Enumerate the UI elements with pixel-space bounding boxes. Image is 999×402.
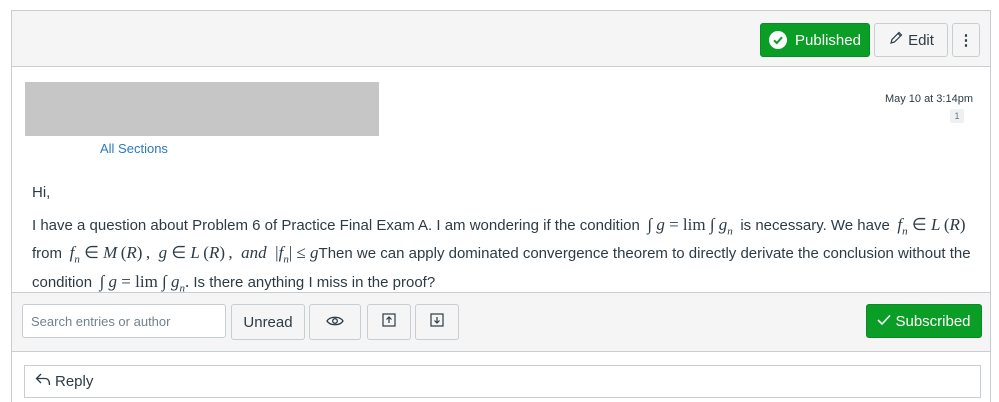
unread-label: Unread [243,313,293,331]
unread-filter-button[interactable]: Unread [231,304,305,340]
author-info-redacted [25,82,379,136]
reply-label: Reply [55,373,94,390]
arrow-up-box-icon [382,313,396,331]
post-date: May 10 at 3:14pm [884,93,973,105]
body-text-3: from [32,245,62,263]
body-text-5: Is there anything I miss in the proof? [193,273,436,291]
kebab-icon: ⋮ [958,32,974,49]
divider [12,351,990,352]
reply-arrow-icon [35,373,51,390]
math-condition-1: ∫ g = lim ∫ gn [644,215,733,238]
sections-link[interactable]: All Sections [100,141,168,156]
checkmark-icon [877,313,892,330]
published-label: Published [795,31,861,49]
search-input[interactable] [22,304,226,338]
arrow-down-box-icon [430,313,444,331]
mark-all-read-button[interactable] [309,304,361,340]
edit-label: Edit [908,31,934,49]
published-button[interactable]: Published [760,23,870,57]
subscribed-button[interactable]: Subscribed [866,304,982,338]
pencil-icon [888,30,904,50]
edit-button[interactable]: Edit [874,23,948,57]
reply-button[interactable]: Reply [24,365,981,398]
reply-count-badge: 1 [950,109,964,123]
post-greeting: Hi, [32,184,51,201]
math-condition-2: ∫ g = lim ∫ gn. [96,271,190,295]
eye-icon [326,314,344,331]
post-body: I have a question about Problem 6 of Pra… [32,214,972,299]
subscribed-label: Subscribed [895,312,971,330]
math-fn-in-L: fn ∈ L (R) [897,215,966,238]
body-text-2: is necessary. We have [740,217,890,234]
more-options-button[interactable]: ⋮ [952,23,980,57]
check-circle-icon [769,31,788,49]
collapse-replies-button[interactable] [367,304,411,340]
body-text-1: I have a question about Problem 6 of Pra… [32,217,640,234]
math-hypotheses: fn ∈ M (R) , g ∈ L (R) , and |fn| ≤ g [69,243,319,266]
expand-replies-button[interactable] [415,304,459,340]
